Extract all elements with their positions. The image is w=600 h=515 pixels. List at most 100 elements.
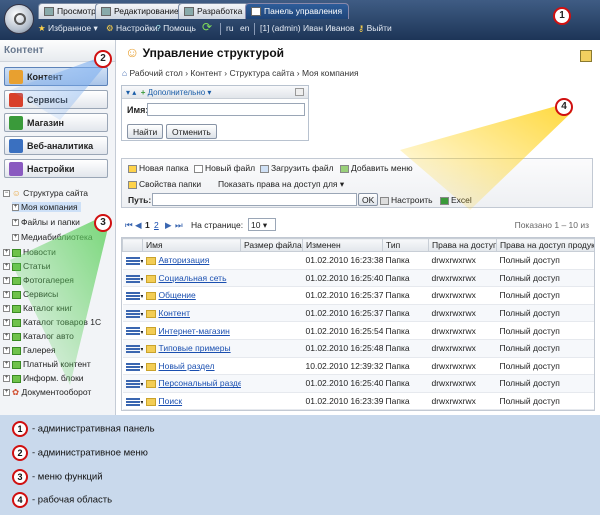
row-name[interactable]: Типовые примеры bbox=[142, 339, 241, 358]
tree-item-site-structure[interactable]: − ☺ Структура сайта bbox=[3, 188, 88, 198]
row-actions[interactable]: ▾ bbox=[122, 392, 143, 410]
tab-develop[interactable]: Разработка bbox=[178, 3, 250, 19]
row-name[interactable]: Социальная сеть bbox=[142, 269, 241, 288]
tree-item-info-blocks[interactable]: + Информ. блоки bbox=[3, 373, 84, 383]
tab-control-panel[interactable]: Панель управления bbox=[245, 3, 350, 19]
next-page-icon[interactable]: ▶ bbox=[165, 220, 172, 231]
col-name[interactable]: Имя bbox=[142, 238, 241, 252]
col-product-rights[interactable]: Права на доступ продук bbox=[496, 238, 594, 252]
row-name[interactable]: Интернет-магазин bbox=[142, 321, 241, 340]
lang-ru[interactable]: ru bbox=[226, 23, 234, 33]
tree-item-media[interactable]: + Медиабиблиотека bbox=[12, 232, 93, 242]
row-name[interactable]: Новый раздел bbox=[142, 357, 241, 376]
table-row[interactable]: ▾Персональный раздел01.02.2010 16:25:40П… bbox=[122, 374, 594, 393]
filter-close-icon[interactable] bbox=[295, 88, 304, 96]
cancel-button[interactable]: Отменить bbox=[166, 124, 217, 139]
row-actions[interactable]: ▾ bbox=[122, 269, 143, 288]
row-actions[interactable]: ▾ bbox=[122, 339, 143, 358]
home-icon[interactable]: ⌂ bbox=[122, 68, 127, 78]
menu-settings[interactable]: Настройки bbox=[4, 159, 108, 178]
tree-item-gallery[interactable]: + Галерея bbox=[3, 345, 56, 355]
logout-link[interactable]: ⚷ Выйти bbox=[358, 23, 392, 34]
table-row[interactable]: ▾Новый раздел 10.02.2010 12:39:32Папкаdrw… bbox=[122, 357, 594, 376]
prev-page-icon[interactable]: ◀ bbox=[135, 220, 142, 231]
table-row[interactable]: ▾Социальная сеть 01.02.2010 16:25:40Папка… bbox=[122, 269, 594, 288]
menu-web-analytics[interactable]: Веб-аналитика bbox=[4, 136, 108, 155]
row-menu-icon[interactable] bbox=[125, 362, 140, 371]
row-actions[interactable]: ▾ bbox=[122, 286, 143, 305]
name-input[interactable] bbox=[147, 103, 305, 116]
tree-item-my-company[interactable]: + Моя компания bbox=[12, 202, 81, 212]
collapse-icon[interactable]: ▾ bbox=[126, 88, 130, 97]
help-link[interactable]: ? Помощь bbox=[156, 23, 196, 33]
folder-properties-button[interactable]: Свойства папки bbox=[128, 179, 201, 189]
menu-shop[interactable]: Магазин bbox=[4, 113, 108, 132]
table-row[interactable]: ▾Контент 01.02.2010 16:25:37Папкаdrwxrwxr… bbox=[122, 304, 594, 323]
row-menu-icon[interactable] bbox=[125, 327, 140, 336]
table-row[interactable]: ▾Поиск 01.02.2010 16:23:39Папкаdrwxrwxrwx… bbox=[122, 392, 594, 410]
tree-item-docflow[interactable]: + ✿ Документооборот bbox=[3, 387, 91, 398]
tree-item-news[interactable]: + Новости bbox=[3, 247, 56, 257]
refresh-icon[interactable]: ⟳ bbox=[202, 20, 212, 34]
row-menu-icon[interactable] bbox=[125, 380, 140, 389]
col-type[interactable]: Тип bbox=[382, 238, 429, 252]
excel-button[interactable]: Excel bbox=[440, 195, 472, 205]
table-row[interactable]: ▾Общение 01.02.2010 16:25:37Папкаdrwxrwxr… bbox=[122, 286, 594, 305]
page-1[interactable]: 1 bbox=[145, 220, 150, 230]
show-rights-dropdown[interactable]: Показать права на доступ для ▾ bbox=[218, 179, 344, 190]
settings-link[interactable]: ⚙ Настройки bbox=[106, 23, 158, 34]
row-menu-icon[interactable] bbox=[125, 292, 140, 301]
per-page-select[interactable]: 10 ▾ bbox=[248, 218, 276, 231]
row-menu-icon[interactable] bbox=[125, 274, 140, 283]
row-actions[interactable]: ▾ bbox=[122, 251, 143, 270]
row-menu-icon[interactable] bbox=[125, 397, 140, 406]
tree-item-paid-content[interactable]: + Платный контент bbox=[3, 359, 91, 369]
favorites-menu[interactable]: ★ Избранное ▾ bbox=[38, 23, 98, 34]
table-row[interactable]: ▾Типовые примеры 01.02.2010 16:25:48Папка… bbox=[122, 339, 594, 358]
last-page-icon[interactable]: ⏭ bbox=[175, 220, 183, 231]
tree-item-auto[interactable]: + Каталог авто bbox=[3, 331, 74, 341]
row-actions[interactable]: ▾ bbox=[122, 357, 143, 376]
tree-item-articles[interactable]: + Статьи bbox=[3, 261, 51, 271]
first-page-icon[interactable]: ⏮ bbox=[125, 220, 133, 231]
tree-item-photogallery[interactable]: + Фотогалерея bbox=[3, 275, 74, 285]
path-input[interactable] bbox=[152, 193, 357, 206]
row-name[interactable]: Персональный раздел bbox=[142, 374, 241, 393]
row-menu-icon[interactable] bbox=[125, 257, 140, 266]
tab-view[interactable]: Просмотр bbox=[38, 3, 103, 19]
configure-button[interactable]: Настроить bbox=[380, 195, 433, 205]
row-menu-icon[interactable] bbox=[125, 345, 140, 354]
row-menu-icon[interactable] bbox=[125, 309, 140, 318]
row-actions[interactable]: ▾ bbox=[122, 304, 143, 323]
menu-services[interactable]: Сервисы bbox=[4, 90, 108, 109]
logo-icon[interactable] bbox=[4, 4, 34, 34]
new-file-button[interactable]: Новый файл bbox=[194, 163, 255, 173]
col-modified[interactable]: Изменен bbox=[302, 238, 383, 252]
row-actions[interactable]: ▾ bbox=[122, 321, 143, 340]
tree-item-1c-catalog[interactable]: + Каталог товаров 1С bbox=[3, 317, 101, 327]
upload-file-button[interactable]: Загрузить файл bbox=[260, 163, 334, 173]
table-row[interactable]: ▾Авторизация 01.02.2010 16:23:38Папкаdrwx… bbox=[122, 251, 594, 270]
tree-item-services[interactable]: + Сервисы bbox=[3, 289, 58, 299]
expand-icon[interactable]: ▴ bbox=[132, 88, 136, 97]
col-size[interactable]: Размер файла bbox=[240, 238, 303, 252]
row-name[interactable]: Авторизация bbox=[142, 251, 241, 270]
tab-edit[interactable]: Редактирование bbox=[95, 3, 186, 19]
more-filters-link[interactable]: Дополнительно bbox=[148, 88, 206, 97]
table-row[interactable]: ▾Интернет-магазин 01.02.2010 16:25:54Папк… bbox=[122, 321, 594, 340]
row-name[interactable]: Общение bbox=[142, 286, 241, 305]
path-ok-button[interactable]: OK bbox=[358, 193, 379, 206]
row-actions[interactable]: ▾ bbox=[122, 374, 143, 393]
tree-item-books[interactable]: + Каталог книг bbox=[3, 303, 73, 313]
user-link[interactable]: [1] (admin) Иван Иванов bbox=[260, 23, 355, 33]
col-rights[interactable]: Права на доступ bbox=[428, 238, 497, 252]
settings-corner-icon[interactable] bbox=[580, 50, 592, 62]
find-button[interactable]: Найти bbox=[127, 124, 164, 139]
row-name[interactable]: Поиск bbox=[142, 392, 241, 410]
row-name[interactable]: Контент bbox=[142, 304, 241, 323]
new-folder-button[interactable]: Новая папка bbox=[128, 163, 189, 173]
page-2[interactable]: 2 bbox=[154, 220, 159, 230]
menu-content[interactable]: Контент bbox=[4, 67, 108, 86]
add-menu-button[interactable]: Добавить меню bbox=[340, 163, 413, 173]
tree-item-files[interactable]: + Файлы и папки bbox=[12, 217, 80, 227]
